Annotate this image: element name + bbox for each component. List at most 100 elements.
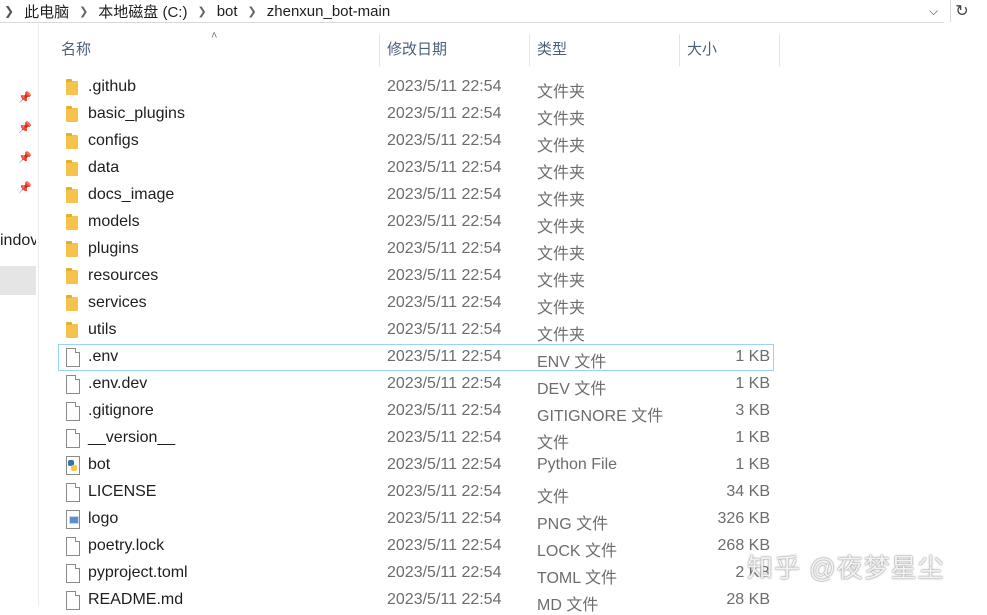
file-modified-date: 2023/5/11 22:54 (387, 240, 502, 257)
pane-divider[interactable] (38, 23, 39, 607)
file-modified-date: 2023/5/11 22:54 (387, 510, 502, 527)
chevron-right-icon[interactable]: ❯ (191, 5, 212, 18)
folder-icon (66, 187, 78, 203)
file-icon (66, 591, 80, 610)
file-name: bot (88, 456, 111, 473)
folder-icon (66, 241, 78, 257)
address-bar[interactable]: ❯ 此电脑 ❯ 本地磁盘 (C:) ❯ bot ❯ zhenxun_bot-ma… (0, 0, 944, 23)
file-row[interactable]: pyproject.toml 2023/5/11 22:54 TOML 文件 2 KB (58, 560, 774, 587)
file-row[interactable]: .gitignore 2023/5/11 22:54 GITIGNORE 文件 3 K… (58, 398, 774, 425)
chevron-right-icon[interactable]: ❯ (73, 5, 94, 18)
file-row[interactable]: poetry.lock 2023/5/11 22:54 LOCK 文件 268 KB (58, 533, 774, 560)
file-icon (66, 375, 80, 394)
file-name: LICENSE (88, 483, 157, 500)
column-separator[interactable] (379, 34, 380, 66)
file-size: 326 KB (717, 510, 770, 527)
file-size: 28 KB (726, 591, 770, 608)
file-type: TOML 文件 (537, 570, 618, 587)
file-row[interactable]: services 2023/5/11 22:54 文件夹 (58, 290, 774, 317)
file-type: PNG 文件 (537, 516, 609, 533)
pin-icon[interactable]: 📌 (18, 151, 32, 164)
breadcrumb-this-pc[interactable]: 此电脑 (20, 1, 73, 22)
file-row[interactable]: logo 2023/5/11 22:54 PNG 文件 326 KB (58, 506, 774, 533)
file-row[interactable]: docs_image 2023/5/11 22:54 文件夹 (58, 182, 774, 209)
chevron-right-icon[interactable]: ❯ (4, 4, 14, 18)
file-size: 34 KB (726, 483, 770, 500)
column-separator[interactable] (679, 34, 680, 66)
file-modified-date: 2023/5/11 22:54 (387, 456, 502, 473)
file-type: 文件 (537, 435, 570, 452)
file-modified-date: 2023/5/11 22:54 (387, 132, 502, 149)
file-row[interactable]: basic_plugins 2023/5/11 22:54 文件夹 (58, 101, 774, 128)
file-type: 文件夹 (537, 84, 586, 101)
file-modified-date: 2023/5/11 22:54 (387, 375, 502, 392)
file-type: LOCK 文件 (537, 543, 618, 560)
column-separator[interactable] (779, 34, 780, 66)
file-type: 文件夹 (537, 192, 586, 209)
file-size: 1 KB (735, 429, 770, 446)
file-type: 文件夹 (537, 219, 586, 236)
file-name: plugins (88, 240, 139, 257)
file-row[interactable]: __version__ 2023/5/11 22:54 文件 1 KB (58, 425, 774, 452)
file-row[interactable]: README.md 2023/5/11 22:54 MD 文件 28 KB (58, 587, 774, 614)
file-size: 1 KB (735, 348, 770, 365)
file-row[interactable]: configs 2023/5/11 22:54 文件夹 (58, 128, 774, 155)
file-name: models (88, 213, 140, 230)
file-row[interactable]: LICENSE 2023/5/11 22:54 文件 34 KB (58, 479, 774, 506)
file-row[interactable]: data 2023/5/11 22:54 文件夹 (58, 155, 774, 182)
file-icon (66, 429, 80, 448)
file-type: GITIGNORE 文件 (537, 408, 664, 425)
nav-item-label[interactable]: indov (0, 232, 36, 250)
file-type: MD 文件 (537, 597, 599, 614)
folder-icon (66, 322, 78, 338)
column-header-date[interactable]: 修改日期 (387, 31, 529, 65)
file-type: DEV 文件 (537, 381, 607, 398)
pin-icon[interactable]: 📌 (18, 121, 32, 134)
file-name: pyproject.toml (88, 564, 188, 581)
column-header-type[interactable]: 类型 (537, 31, 679, 65)
breadcrumb-current-folder[interactable]: zhenxun_bot-main (263, 3, 394, 20)
file-name: docs_image (88, 186, 175, 203)
folder-icon (66, 79, 78, 95)
file-row[interactable]: bot 2023/5/11 22:54 Python File 1 KB (58, 452, 774, 479)
file-type: 文件夹 (537, 300, 586, 317)
column-header-name[interactable]: 名称 (61, 31, 379, 65)
chevron-right-icon[interactable]: ❯ (242, 5, 263, 18)
breadcrumb-bot[interactable]: bot (213, 3, 242, 20)
file-row[interactable]: .github 2023/5/11 22:54 文件夹 (58, 74, 774, 101)
file-modified-date: 2023/5/11 22:54 (387, 348, 502, 365)
file-row[interactable]: plugins 2023/5/11 22:54 文件夹 (58, 236, 774, 263)
file-name: data (88, 159, 120, 176)
file-type: 文件夹 (537, 327, 586, 344)
column-separator[interactable] (529, 34, 530, 66)
pin-icon[interactable]: 📌 (18, 91, 32, 104)
file-modified-date: 2023/5/11 22:54 (387, 159, 502, 176)
file-size: 1 KB (735, 375, 770, 392)
nav-item-selected[interactable] (0, 266, 36, 295)
file-row[interactable]: models 2023/5/11 22:54 文件夹 (58, 209, 774, 236)
chevron-down-icon[interactable]: ⌵ (929, 4, 938, 19)
watermark: 知乎 @夜梦星尘 (747, 553, 945, 583)
breadcrumb-local-disk[interactable]: 本地磁盘 (C:) (94, 1, 191, 22)
refresh-button[interactable]: ↻ (950, 0, 973, 22)
file-type: 文件夹 (537, 111, 586, 128)
file-name: .github (88, 78, 137, 95)
navigation-pane: 📌 📌 📌 📌 indov (0, 23, 36, 607)
file-name: README.md (88, 591, 184, 608)
folder-icon (66, 268, 78, 284)
file-row[interactable]: resources 2023/5/11 22:54 文件夹 (58, 263, 774, 290)
file-size: 1 KB (735, 456, 770, 473)
file-type: 文件夹 (537, 246, 586, 263)
file-modified-date: 2023/5/11 22:54 (387, 591, 502, 608)
file-icon (66, 537, 80, 556)
file-row[interactable]: .env.dev 2023/5/11 22:54 DEV 文件 1 KB (58, 371, 774, 398)
file-name: __version__ (88, 429, 176, 446)
refresh-icon: ↻ (955, 3, 969, 20)
column-header-size[interactable]: 大小 (687, 31, 779, 65)
file-row[interactable]: .env 2023/5/11 22:54 ENV 文件 1 KB (58, 344, 774, 371)
file-name: .gitignore (88, 402, 154, 419)
file-modified-date: 2023/5/11 22:54 (387, 267, 502, 284)
file-modified-date: 2023/5/11 22:54 (387, 564, 502, 581)
pin-icon[interactable]: 📌 (18, 181, 32, 194)
file-row[interactable]: utils 2023/5/11 22:54 文件夹 (58, 317, 774, 344)
